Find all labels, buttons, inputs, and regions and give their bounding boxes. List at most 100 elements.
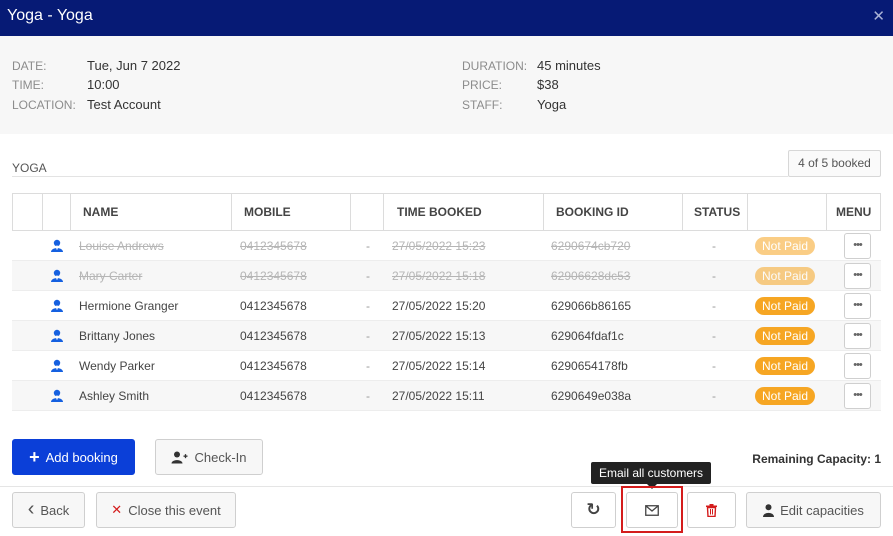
row-menu-button[interactable]: ••• <box>844 383 871 409</box>
duration-value: 45 minutes <box>537 58 601 73</box>
row-dash: - <box>366 239 370 253</box>
user-icon[interactable] <box>50 389 64 403</box>
customer-name[interactable]: Brittany Jones <box>79 321 155 351</box>
time-booked: 27/05/2022 15:11 <box>392 389 485 403</box>
payment-status-badge[interactable]: Not Paid <box>755 297 815 315</box>
status-value: - <box>712 239 716 253</box>
user-icon[interactable] <box>50 359 64 373</box>
status-value: - <box>712 299 716 313</box>
bookings-table: NAME MOBILE TIME BOOKED BOOKING ID STATU… <box>12 193 881 414</box>
check-in-button[interactable]: Check-In <box>155 439 263 475</box>
customer-name[interactable]: Hermione Granger <box>79 291 178 321</box>
header-blank <box>351 194 384 230</box>
close-event-button[interactable]: ✕ Close this event <box>96 492 236 528</box>
header-name[interactable]: NAME <box>71 194 232 230</box>
payment-status-badge[interactable]: Not Paid <box>755 357 815 375</box>
payment-status-badge[interactable]: Not Paid <box>755 327 815 345</box>
booking-id: 629066b86165 <box>551 299 632 313</box>
person-icon <box>763 503 775 517</box>
table-row[interactable]: Mary Carter 0412345678 - 27/05/2022 15:18 62… <box>12 261 881 291</box>
window-titlebar: Yoga - Yoga ✕ <box>0 0 893 36</box>
row-menu-button[interactable]: ••• <box>844 233 871 259</box>
location-label: LOCATION: <box>12 98 76 112</box>
row-dash: - <box>366 269 370 283</box>
payment-status-badge[interactable]: Not Paid <box>755 237 815 255</box>
row-menu-button[interactable]: ••• <box>844 323 871 349</box>
user-icon[interactable] <box>50 269 64 283</box>
refresh-icon: ↻ <box>586 500 601 519</box>
time-booked: 27/05/2022 15:23 <box>392 239 486 253</box>
date-label: DATE: <box>12 59 47 73</box>
row-dash: - <box>366 389 370 403</box>
row-dash: - <box>366 329 370 343</box>
plus-icon: + <box>29 447 40 467</box>
delete-event-button[interactable] <box>687 492 736 528</box>
table-row[interactable]: Hermione Granger 0412345678 - 27/05/2022 15… <box>12 291 881 321</box>
header-time-booked[interactable]: TIME BOOKED <box>384 194 544 230</box>
customer-mobile: 0412345678 <box>240 239 307 253</box>
header-icon-col <box>43 194 71 230</box>
section-divider <box>12 176 788 177</box>
table-row[interactable]: Louise Andrews 0412345678 - 27/05/2022 15:2… <box>12 231 881 261</box>
header-spacer <box>13 194 43 230</box>
user-icon[interactable] <box>50 299 64 313</box>
customer-mobile: 0412345678 <box>240 329 307 343</box>
booking-id: 629064fdaf1c <box>551 329 624 343</box>
header-payment <box>748 194 827 230</box>
staff-value: Yoga <box>537 97 567 112</box>
table-header: NAME MOBILE TIME BOOKED BOOKING ID STATU… <box>12 193 881 231</box>
user-icon[interactable] <box>50 239 64 253</box>
row-menu-button[interactable]: ••• <box>844 353 871 379</box>
back-label: Back <box>40 502 70 518</box>
booked-count-badge: 4 of 5 booked <box>788 150 881 177</box>
booking-id: 6290649e038a <box>551 389 632 403</box>
staff-label: STAFF: <box>462 98 503 112</box>
customer-mobile: 0412345678 <box>240 299 307 313</box>
header-mobile[interactable]: MOBILE <box>232 194 351 230</box>
back-button[interactable]: ‹ Back <box>12 492 85 528</box>
customer-name[interactable]: Louise Andrews <box>79 231 164 261</box>
customer-mobile: 0412345678 <box>240 359 307 373</box>
customer-name[interactable]: Ashley Smith <box>79 381 149 411</box>
customer-mobile: 0412345678 <box>240 389 307 403</box>
row-menu-button[interactable]: ••• <box>844 293 871 319</box>
row-menu-button[interactable]: ••• <box>844 263 871 289</box>
time-label: TIME: <box>12 78 44 92</box>
add-booking-button[interactable]: + Add booking <box>12 439 135 475</box>
footer-divider <box>0 486 893 487</box>
email-button-highlight <box>621 486 683 533</box>
event-details: DATE: Tue, Jun 7 2022 TIME: 10:00 LOCATI… <box>0 36 893 134</box>
table-row[interactable]: Wendy Parker 0412345678 - 27/05/2022 15:14 6… <box>12 351 881 381</box>
customer-name[interactable]: Wendy Parker <box>79 351 155 381</box>
close-icon[interactable]: ✕ <box>872 7 885 25</box>
add-booking-label: Add booking <box>45 449 118 465</box>
duration-label: DURATION: <box>462 59 528 73</box>
section-label: YOGA <box>12 161 47 175</box>
user-icon[interactable] <box>50 329 64 343</box>
booking-id: 6290654178fb <box>551 359 628 373</box>
payment-status-badge[interactable]: Not Paid <box>755 387 815 405</box>
header-status[interactable]: STATUS <box>683 194 748 230</box>
add-user-icon <box>171 451 188 463</box>
status-value: - <box>712 269 716 283</box>
location-value: Test Account <box>87 97 161 112</box>
close-event-icon: ✕ <box>111 502 123 517</box>
header-menu: MENU <box>836 205 872 219</box>
email-tooltip: Email all customers <box>591 462 711 489</box>
refresh-button[interactable]: ↻ <box>571 492 616 528</box>
customer-name[interactable]: Mary Carter <box>79 261 142 291</box>
table-row[interactable]: Ashley Smith 0412345678 - 27/05/2022 15:11 6… <box>12 381 881 411</box>
payment-status-badge[interactable]: Not Paid <box>755 267 815 285</box>
header-booking-id[interactable]: BOOKING ID <box>544 194 683 230</box>
window-title: Yoga - Yoga <box>7 7 93 24</box>
status-value: - <box>712 329 716 343</box>
status-value: - <box>712 359 716 373</box>
edit-capacities-label: Edit capacities <box>780 502 864 518</box>
table-row[interactable]: Brittany Jones 0412345678 - 27/05/2022 15:1… <box>12 321 881 351</box>
remaining-capacity: Remaining Capacity: 1 <box>752 452 881 466</box>
time-booked: 27/05/2022 15:14 <box>392 359 486 373</box>
booking-id: 62906628dc53 <box>551 269 631 283</box>
date-value: Tue, Jun 7 2022 <box>87 58 181 73</box>
row-dash: - <box>366 299 370 313</box>
edit-capacities-button[interactable]: Edit capacities <box>746 492 881 528</box>
